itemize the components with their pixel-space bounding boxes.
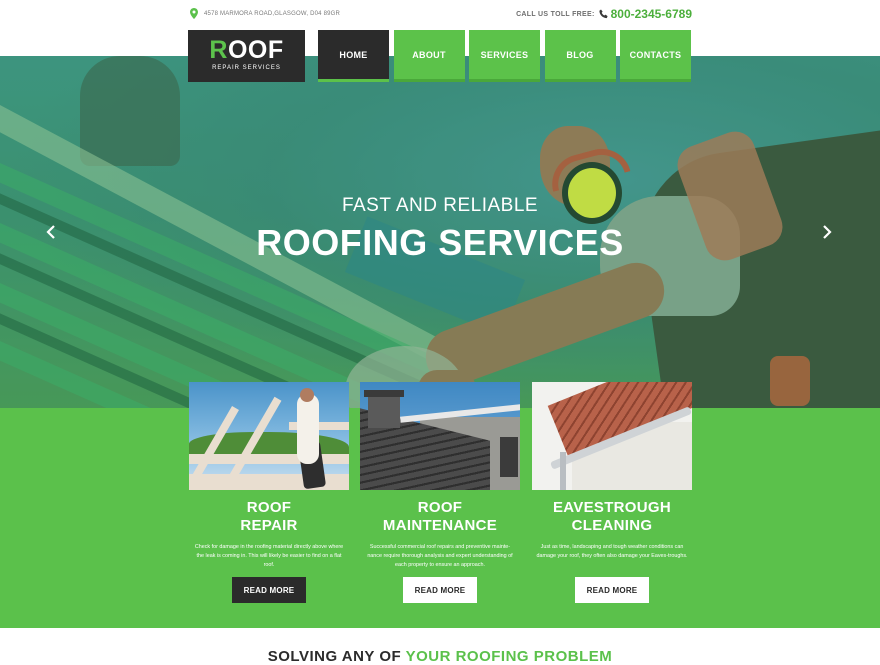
service-title: ROOF MAINTENANCE <box>360 499 520 535</box>
read-more-button[interactable]: READ MORE <box>575 577 649 603</box>
address: 4578 MARMORA ROAD,GLASGOW, D04 89GR <box>190 8 340 19</box>
hero-title: ROOFING SERVICES <box>256 222 624 263</box>
map-pin-icon <box>190 8 198 19</box>
service-title-line: CLEANING <box>571 517 653 534</box>
section-heading-accent: YOUR ROOFING PROBLEM <box>405 648 613 665</box>
read-more-button[interactable]: READ MORE <box>232 577 306 603</box>
chimney <box>368 394 400 428</box>
roof-frame-beam <box>189 454 349 464</box>
phone-icon <box>598 9 608 19</box>
service-card-eavestrough-cleaning: EAVESTROUGH CLEANING Just as time, landsc… <box>532 382 692 603</box>
top-bar: 4578 MARMORA ROAD,GLASGOW, D04 89GR CALL… <box>0 0 880 28</box>
section-heading-part: SOLVING ANY OF <box>267 648 402 665</box>
address-text: 4578 MARMORA ROAD,GLASGOW, D04 89GR <box>204 10 341 17</box>
service-description: Just as time, landscaping and tough weat… <box>536 544 688 559</box>
service-title: EAVESTROUGH CLEANING <box>532 499 692 535</box>
service-card-roof-repair: ROOF REPAIR Check for damage in the roofi… <box>189 382 349 603</box>
chimney-cap <box>364 390 404 397</box>
worker-head <box>300 388 314 402</box>
logo-wordmark: ROOF <box>209 36 284 64</box>
service-description: Check for damage in the roofing material… <box>194 544 344 568</box>
nav-item-home[interactable]: HOME <box>318 30 389 82</box>
downspout <box>560 452 566 490</box>
service-title-line: REPAIR <box>240 517 298 534</box>
house-window <box>500 437 518 477</box>
service-title-line: MAINTENANCE <box>382 517 498 534</box>
chevron-left-icon[interactable] <box>44 224 58 240</box>
service-title-line: ROOF <box>246 499 292 516</box>
phone-number-link[interactable]: 800-2345-6789 <box>611 7 692 21</box>
hero-slider: FAST AND RELIABLE ROOFING SERVICES <box>0 56 880 408</box>
eavestrough-image <box>532 382 692 490</box>
service-title: ROOF REPAIR <box>189 499 349 535</box>
nav-item-blog[interactable]: BLOG <box>544 30 616 82</box>
toll-free-label: CALL US TOLL FREE: <box>516 10 595 18</box>
roof-repair-image <box>189 382 349 490</box>
toll-free: CALL US TOLL FREE: 800-2345-6789 <box>516 7 692 21</box>
main-nav: HOME ABOUT SERVICES BLOG CONTACTS <box>318 30 696 82</box>
logo-tagline: REPAIR SERVICES <box>212 65 281 71</box>
read-more-button[interactable]: READ MORE <box>403 577 477 603</box>
worker-figure <box>297 394 319 464</box>
nav-item-about[interactable]: ABOUT <box>393 30 465 82</box>
service-title-line: ROOF <box>417 499 463 516</box>
chevron-right-icon[interactable] <box>820 224 834 240</box>
service-description: Successful commercial roof repairs and p… <box>367 544 513 568</box>
roof-maintenance-image <box>360 382 520 490</box>
nav-item-services[interactable]: SERVICES <box>469 30 540 82</box>
service-card-roof-maintenance: ROOF MAINTENANCE Successful commercial ro… <box>360 382 520 603</box>
logo[interactable]: ROOF REPAIR SERVICES <box>188 30 305 82</box>
service-title-line: EAVESTROUGH <box>552 499 672 516</box>
section-heading: SOLVING ANY OF YOUR ROOFING PROBLEM <box>0 648 880 665</box>
hero-subtitle: FAST AND RELIABLE <box>341 195 539 216</box>
nav-item-contacts[interactable]: CONTACTS <box>620 30 691 82</box>
